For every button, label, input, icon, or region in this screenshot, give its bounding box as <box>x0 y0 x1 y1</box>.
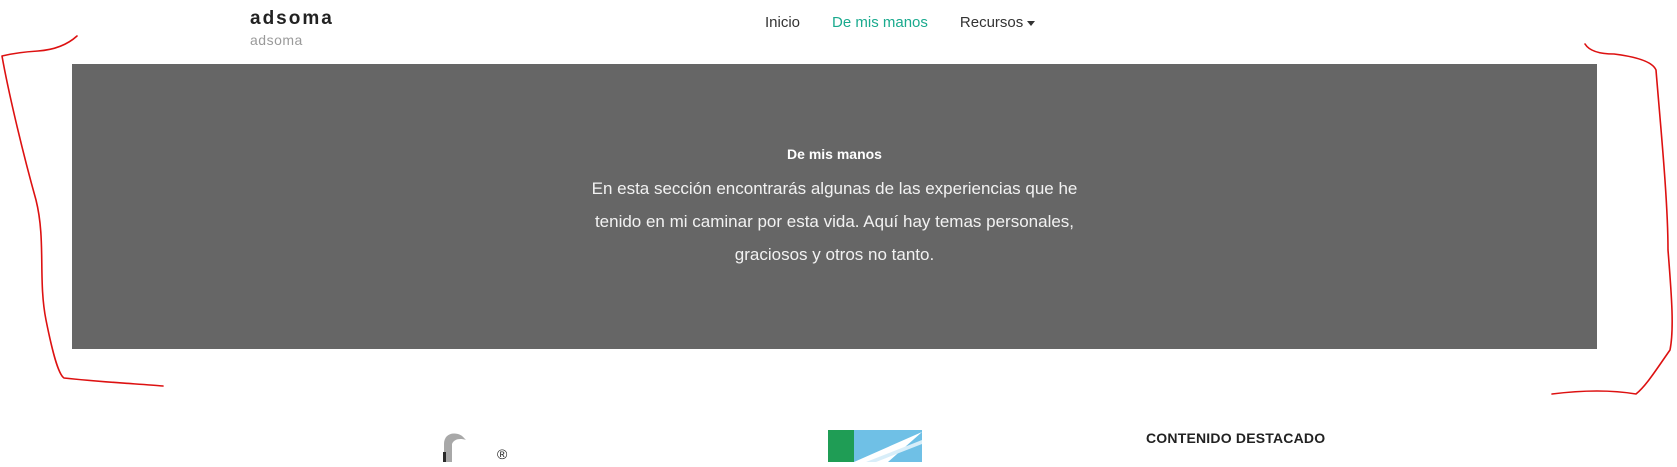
nav-item-label: Recursos <box>959 14 1024 31</box>
nav-item-de-mis-manos[interactable]: De mis manos <box>832 14 928 31</box>
hero-description: En esta sección encontrarás algunas de l… <box>591 179 1078 264</box>
nav-item-label: De mis manos <box>832 14 928 31</box>
main-nav: Inicio De mis manos Recursos <box>765 14 1067 31</box>
site-brand[interactable]: adsoma adsoma <box>250 8 334 49</box>
hero-banner: De mis manos En esta sección encontrarás… <box>72 64 1597 349</box>
site-tagline: adsoma <box>250 32 303 48</box>
chevron-down-icon <box>1027 21 1036 26</box>
featured-content-heading: CONTENIDO DESTACADO <box>1146 430 1326 446</box>
partner-logo-right[interactable] <box>826 430 922 467</box>
nav-item-recursos[interactable]: Recursos <box>959 14 1036 31</box>
paper-plane-logo-icon <box>828 430 922 462</box>
pipe-logo-icon <box>443 433 466 462</box>
nav-item-label: Inicio <box>765 14 801 31</box>
registered-mark: ® <box>497 446 508 462</box>
hero-title: De mis manos <box>787 146 882 162</box>
hero-content: De mis manos En esta sección encontrarás… <box>72 144 1597 271</box>
site-title[interactable]: adsoma <box>250 8 334 30</box>
nav-item-inicio[interactable]: Inicio <box>765 14 800 31</box>
partner-logo-left[interactable] <box>430 430 470 467</box>
